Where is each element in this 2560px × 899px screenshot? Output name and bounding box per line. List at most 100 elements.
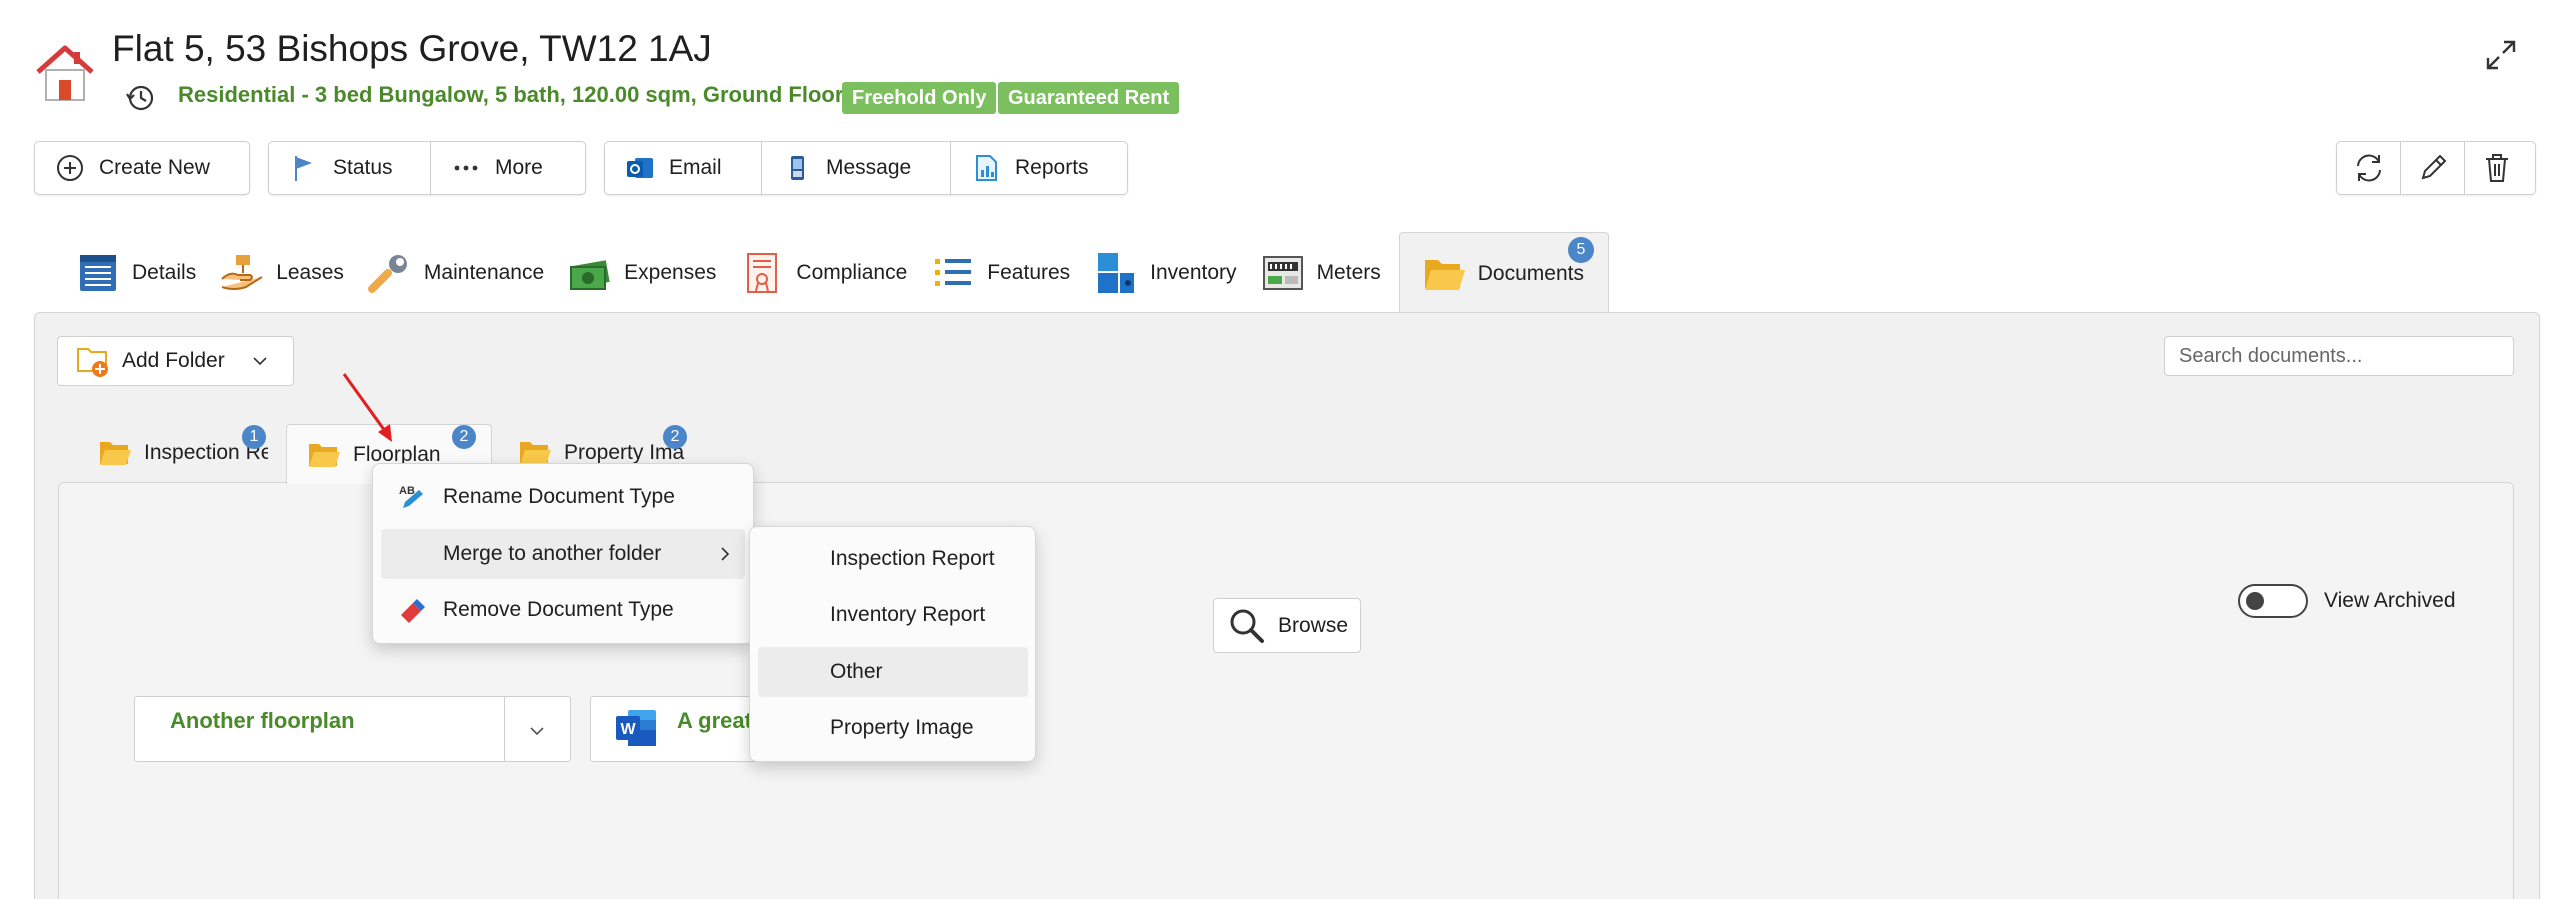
email-button[interactable]: Email: [605, 142, 762, 194]
status-group: Status More: [268, 141, 586, 195]
document-title[interactable]: A great: [677, 708, 752, 734]
folder-count-badge: 2: [452, 425, 476, 449]
refresh-icon: [2356, 154, 2381, 182]
add-folder-button[interactable]: Add Folder: [57, 336, 294, 386]
tab-maintenance-label: Maintenance: [423, 261, 545, 284]
svg-text:W: W: [620, 721, 636, 738]
tab-inventory-label: Inventory: [1150, 261, 1237, 284]
plus-circle-icon: [55, 153, 85, 183]
chevron-right-icon: [721, 547, 730, 561]
submenu-label: Inventory Report: [830, 603, 986, 626]
tab-details[interactable]: Details: [70, 232, 214, 314]
tab-leases-label: Leases: [276, 261, 344, 284]
view-archived-label: View Archived: [2324, 589, 2456, 612]
merge-label: Merge to another folder: [443, 542, 662, 565]
freehold-badge: Freehold Only: [842, 82, 997, 114]
add-folder-label: Add Folder: [122, 349, 225, 372]
submenu-item-inspection-report[interactable]: Inspection Report: [758, 534, 1028, 584]
submenu-label: Inspection Report: [830, 547, 995, 570]
card-divider: [504, 696, 505, 762]
browse-button[interactable]: Browse: [1213, 598, 1361, 653]
submenu-item-inventory-report[interactable]: Inventory Report: [758, 590, 1028, 640]
status-label: Status: [333, 156, 393, 179]
chevron-down-icon: [253, 357, 267, 366]
tab-documents[interactable]: Documents 5: [1398, 232, 1609, 314]
inventory-icon: [1098, 253, 1135, 293]
record-header: Flat 5, 53 Bishops Grove, TW12 1AJ Resid…: [0, 0, 2560, 140]
details-icon: [80, 255, 116, 291]
folder-tab-inspection[interactable]: Inspection Re: [78, 424, 268, 482]
tab-features-label: Features: [987, 261, 1071, 284]
tab-compliance[interactable]: Compliance: [734, 232, 925, 314]
folder-count-badge: 1: [242, 425, 266, 449]
delete-button[interactable]: [2465, 142, 2529, 194]
report-document-icon: [971, 153, 1001, 183]
tab-expenses-label: Expenses: [624, 261, 717, 284]
view-archived-toggle[interactable]: [2238, 584, 2308, 618]
toggle-knob: [2246, 592, 2264, 610]
eraser-icon: [401, 599, 425, 623]
merge-submenu: Inspection Report Inventory Report Other…: [749, 526, 1036, 762]
merge-to-another-folder-item[interactable]: Merge to another folder: [381, 529, 745, 579]
tab-leases[interactable]: Leases: [214, 232, 362, 314]
mobile-phone-icon: [782, 153, 812, 183]
folder-icon: [100, 442, 131, 465]
features-icon: [935, 259, 972, 286]
guaranteed-rent-badge: Guaranteed Rent: [998, 82, 1180, 114]
folder-icon: [309, 443, 340, 467]
outlook-icon: [625, 153, 655, 183]
submenu-item-other[interactable]: Other: [758, 647, 1028, 697]
more-button[interactable]: More: [431, 142, 563, 194]
tab-features[interactable]: Features: [925, 232, 1088, 314]
reports-button[interactable]: Reports: [951, 142, 1109, 194]
property-summary: Residential - 3 bed Bungalow, 5 bath, 12…: [178, 82, 844, 107]
red-arrow-annotation: [342, 373, 392, 442]
tab-compliance-label: Compliance: [796, 261, 908, 284]
rename-icon: AB: [399, 485, 423, 508]
main-tabs: Details Leases Maintenance Expenses Comp…: [70, 232, 1609, 314]
reports-label: Reports: [1015, 156, 1089, 179]
create-new-label: Create New: [99, 156, 210, 179]
document-title[interactable]: Another floorplan: [170, 708, 355, 734]
tab-maintenance[interactable]: Maintenance: [362, 232, 562, 314]
message-button[interactable]: Message: [762, 142, 951, 194]
search-icon: [1230, 609, 1264, 643]
expenses-icon: [570, 260, 610, 290]
svg-text:AB: AB: [399, 485, 415, 497]
status-button[interactable]: Status: [269, 142, 431, 194]
remove-document-type-item[interactable]: Remove Document Type: [381, 585, 745, 635]
documents-count-badge: 5: [1567, 237, 1594, 263]
compliance-icon: [747, 253, 778, 293]
folder-context-menu: AB Rename Document Type Merge to another…: [372, 463, 754, 644]
search-documents-input[interactable]: [2164, 336, 2514, 376]
remove-label: Remove Document Type: [443, 598, 674, 621]
record-actions-group: [2336, 141, 2536, 195]
leases-icon: [221, 255, 263, 290]
create-new-button[interactable]: Create New: [35, 142, 230, 194]
create-group: Create New: [34, 141, 250, 195]
tab-expenses[interactable]: Expenses: [562, 232, 734, 314]
submenu-label: Property Image: [830, 716, 974, 739]
tab-details-label: Details: [132, 261, 197, 284]
browse-label: Browse: [1278, 613, 1349, 637]
rename-document-type-item[interactable]: AB Rename Document Type: [381, 472, 745, 522]
tab-inventory[interactable]: Inventory: [1088, 232, 1254, 314]
flag-icon: [289, 153, 319, 183]
more-label: More: [495, 156, 543, 179]
chevron-down-icon[interactable]: [528, 722, 546, 740]
expand-icon[interactable]: [2484, 38, 2518, 72]
submenu-item-property-image[interactable]: Property Image: [758, 703, 1028, 753]
folder-count-badge: 2: [663, 425, 687, 449]
message-label: Message: [826, 156, 912, 179]
house-icon: [36, 45, 94, 101]
communication-group: Email Message Reports: [604, 141, 1128, 195]
edit-button[interactable]: [2401, 142, 2465, 194]
page-title: Flat 5, 53 Bishops Grove, TW12 1AJ: [112, 28, 712, 69]
trash-icon: [2486, 154, 2508, 182]
history-icon[interactable]: [124, 82, 156, 114]
word-document-icon: W: [616, 710, 656, 746]
tab-meters[interactable]: Meters: [1255, 232, 1399, 314]
meters-icon: [1262, 256, 1303, 290]
documents-icon: [1424, 259, 1465, 290]
refresh-button[interactable]: [2337, 142, 2401, 194]
